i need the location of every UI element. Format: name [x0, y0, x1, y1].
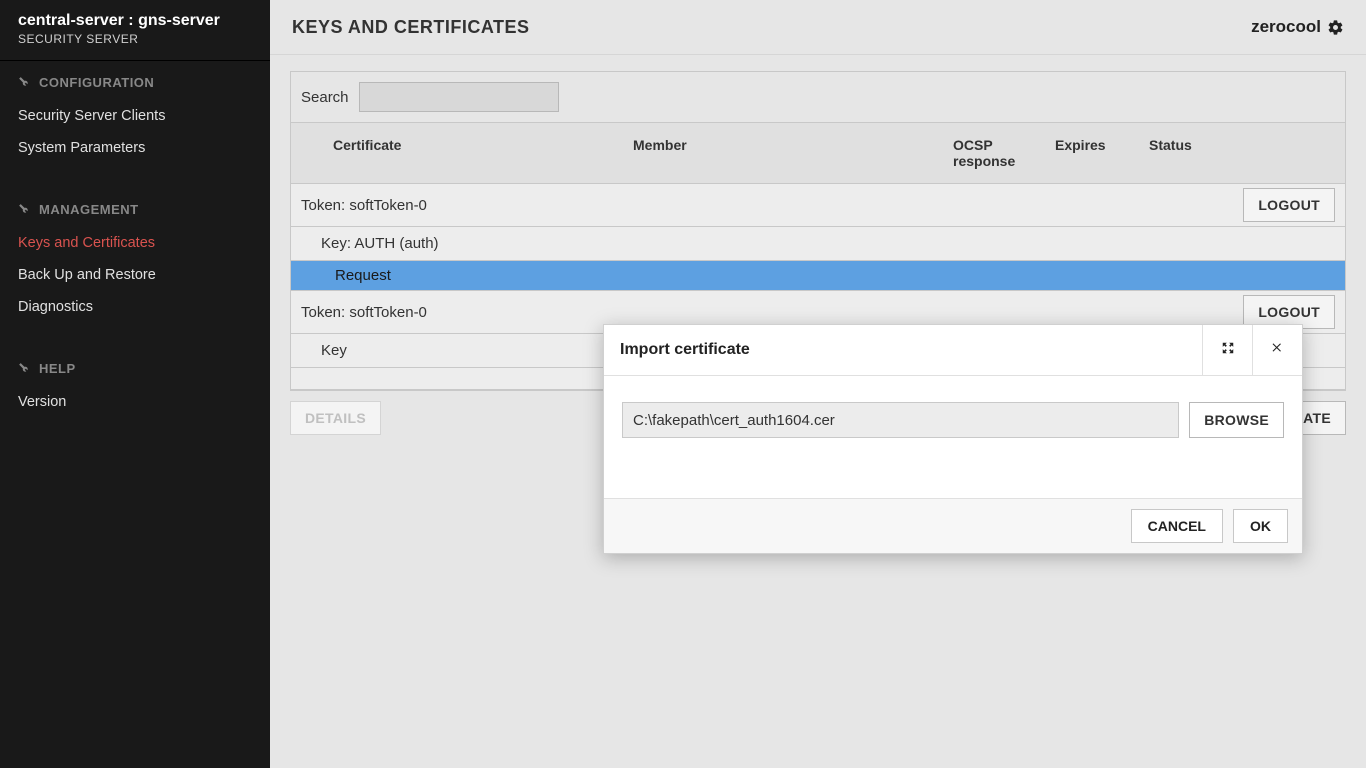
wrench-icon: [18, 362, 31, 375]
top-bar: KEYS AND CERTIFICATES zerocool: [270, 0, 1366, 55]
col-expires: Expires: [1055, 137, 1149, 169]
sidebar: central-server : gns-server SECURITY SER…: [0, 0, 270, 768]
search-label: Search: [301, 89, 349, 106]
sidebar-header: central-server : gns-server SECURITY SER…: [0, 0, 270, 61]
logout-button[interactable]: LOGOUT: [1243, 188, 1335, 222]
cancel-button[interactable]: CANCEL: [1131, 509, 1223, 543]
search-input[interactable]: [359, 82, 559, 112]
main-area: KEYS AND CERTIFICATES zerocool Search Ce…: [270, 0, 1366, 768]
section-help-header: HELP: [0, 347, 270, 386]
server-role: SECURITY SERVER: [18, 32, 252, 46]
token-row[interactable]: Token: softToken-0 LOGOUT: [291, 184, 1345, 227]
sidebar-item-system-parameters[interactable]: System Parameters: [0, 132, 270, 164]
wrench-icon: [18, 76, 31, 89]
search-bar: Search: [291, 72, 1345, 123]
close-icon: [1271, 341, 1284, 359]
close-button[interactable]: [1252, 325, 1302, 375]
section-management-header: MANAGEMENT: [0, 188, 270, 227]
dialog-body: C:\fakepath\cert_auth1604.cer BROWSE: [604, 376, 1302, 498]
username: zerocool: [1251, 17, 1321, 37]
sidebar-item-version[interactable]: Version: [0, 386, 270, 418]
key-row[interactable]: Key: AUTH (auth): [291, 227, 1345, 261]
content: Search Certificate Member OCSP response …: [270, 55, 1366, 451]
browse-button[interactable]: BROWSE: [1189, 402, 1284, 438]
details-button[interactable]: DETAILS: [290, 401, 381, 435]
dialog-footer: CANCEL OK: [604, 498, 1302, 553]
maximize-button[interactable]: [1202, 325, 1252, 375]
col-certificate: Certificate: [333, 137, 633, 169]
sidebar-item-diagnostics[interactable]: Diagnostics: [0, 291, 270, 323]
ok-button[interactable]: OK: [1233, 509, 1288, 543]
page-title: KEYS AND CERTIFICATES: [292, 17, 530, 38]
sidebar-item-keys-and-certificates[interactable]: Keys and Certificates: [0, 227, 270, 259]
sidebar-item-security-server-clients[interactable]: Security Server Clients: [0, 100, 270, 132]
dialog-title: Import certificate: [604, 327, 1202, 373]
import-certificate-dialog: Import certificate C:\fakepath\cert_auth…: [603, 324, 1303, 554]
server-name: central-server : gns-server: [18, 12, 252, 30]
wrench-icon: [18, 203, 31, 216]
expand-icon: [1221, 341, 1235, 360]
col-ocsp: OCSP response: [953, 137, 1055, 169]
section-configuration-header: CONFIGURATION: [0, 61, 270, 100]
file-path-field[interactable]: C:\fakepath\cert_auth1604.cer: [622, 402, 1179, 438]
token-label: Token: softToken-0: [301, 304, 427, 321]
col-member: Member: [633, 137, 953, 169]
dialog-header: Import certificate: [604, 325, 1302, 376]
certificate-request-row[interactable]: Request: [291, 261, 1345, 291]
user-menu[interactable]: zerocool: [1251, 17, 1344, 37]
token-label: Token: softToken-0: [301, 197, 427, 214]
col-status: Status: [1149, 137, 1335, 169]
gear-icon: [1327, 19, 1344, 36]
table-header: Certificate Member OCSP response Expires…: [291, 123, 1345, 184]
sidebar-item-back-up-and-restore[interactable]: Back Up and Restore: [0, 259, 270, 291]
